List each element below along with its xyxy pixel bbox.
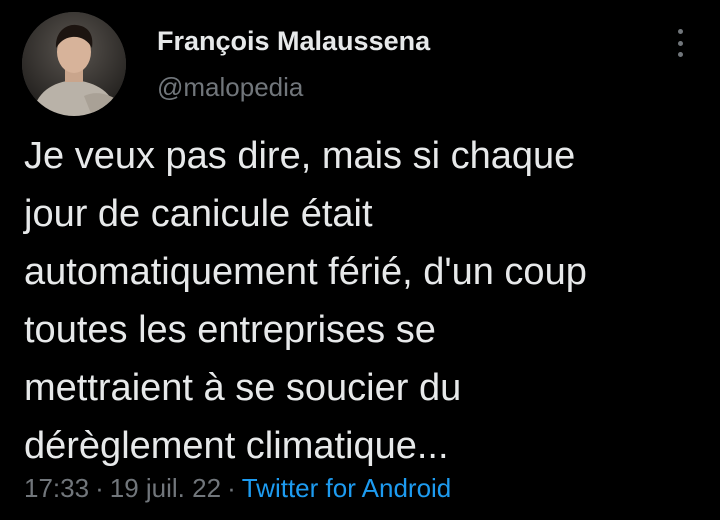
tweet-text-line: mettraient à se soucier du [24,367,462,409]
tweet-date[interactable]: 19 juil. 22 [110,473,221,503]
profile-photo-icon [22,12,126,116]
tweet-text-line: jour de canicule était [24,193,373,235]
tweet-text: Je veux pas dire, mais si chaque jour de… [24,127,714,475]
tweet-text-line: dérèglement climatique... [24,425,449,467]
menu-dot [677,40,683,46]
tweet-text-line: toutes les entreprises se [24,309,436,351]
tweet-text-line: Je veux pas dire, mais si chaque [24,135,576,177]
author-handle[interactable]: @malopedia [157,72,303,103]
tweet-time[interactable]: 17:33 [24,473,89,503]
tweet-source-link[interactable]: Twitter for Android [242,473,452,503]
meta-separator: · [227,473,236,503]
tweet-card: François Malaussena @malopedia Je veux p… [0,0,720,520]
tweet-text-line: automatiquement férié, d'un coup [24,251,587,293]
more-vertical-icon[interactable] [666,26,694,60]
meta-separator: · [95,473,104,503]
menu-dot [677,52,683,57]
tweet-meta: 17:33 · 19 juil. 22 · Twitter for Android [24,473,451,504]
menu-dot [677,29,683,34]
author-display-name[interactable]: François Malaussena [157,26,430,57]
avatar[interactable] [22,12,126,116]
